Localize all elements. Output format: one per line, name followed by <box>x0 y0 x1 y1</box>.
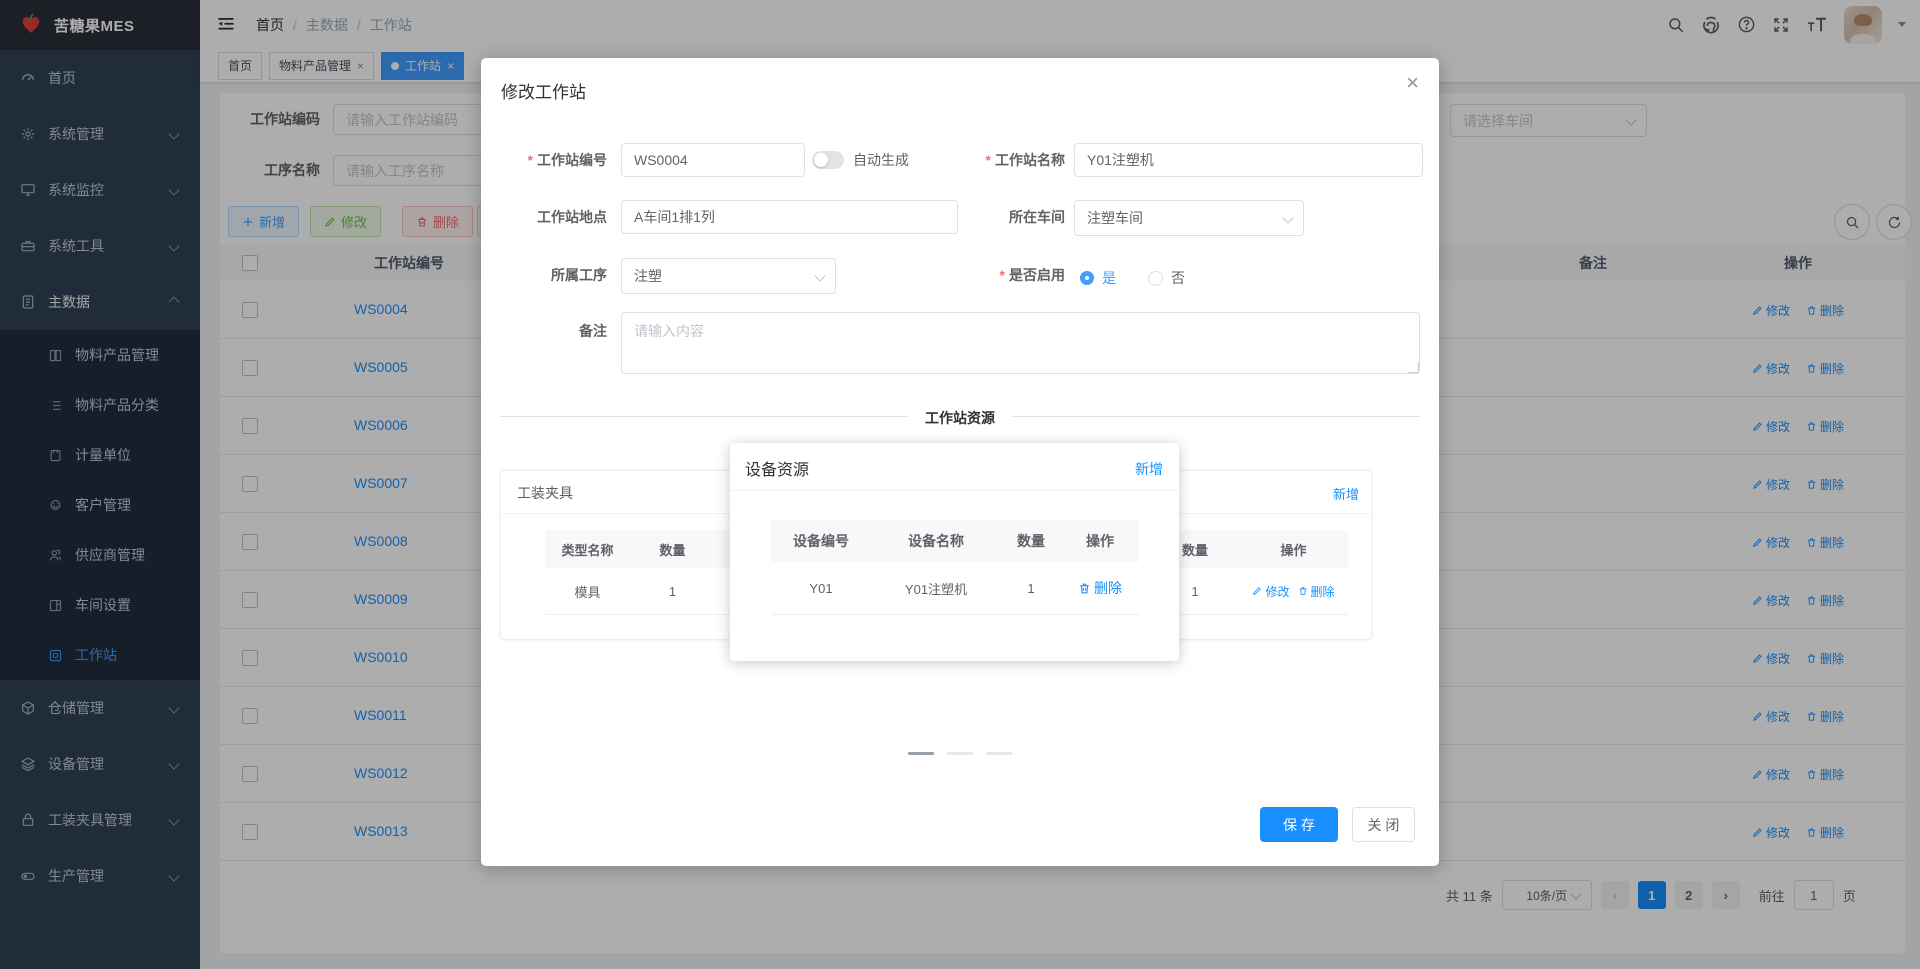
ws-code-input[interactable] <box>621 143 805 177</box>
modal-title: 修改工作站 <box>501 83 586 102</box>
ws-location-input[interactable] <box>621 200 958 234</box>
device-table-header: 设备编号 设备名称 数量 操作 <box>771 520 1139 562</box>
trash-icon <box>1080 583 1089 593</box>
right-panel-edit-link[interactable]: 修改 <box>1252 583 1290 600</box>
radio-unselected-icon <box>1148 270 1163 286</box>
ws-name-label: 工作站名称 <box>955 142 1065 178</box>
right-panel-add-link[interactable]: 新增 <box>1333 484 1359 503</box>
resources-divider: 工作站资源 <box>500 408 1420 428</box>
device-table-row: Y01 Y01注塑机 1 删除 <box>771 562 1139 615</box>
save-button[interactable]: 保 存 <box>1260 807 1338 842</box>
device-dialog-header: 设备资源 新增 <box>730 443 1179 491</box>
radio-selected-icon <box>1080 271 1094 285</box>
ws-code-label: 工作站编号 <box>497 142 607 178</box>
carousel-indicators <box>908 752 1012 755</box>
right-panel-table-header: 数量 操作 <box>1151 530 1348 568</box>
carousel-indicator-2[interactable] <box>947 752 973 755</box>
ws-location-label: 工作站地点 <box>537 209 607 225</box>
chevron-down-icon <box>1282 212 1294 224</box>
device-table: 设备编号 设备名称 数量 操作 Y01 Y01注塑机 1 删除 <box>771 520 1139 615</box>
carousel-indicator-3[interactable] <box>986 752 1012 755</box>
right-panel-table-row: 1 修改 删除 <box>1151 568 1348 615</box>
process-select[interactable]: 注塑 <box>621 258 836 294</box>
device-dialog-title: 设备资源 <box>745 462 810 479</box>
device-delete-link[interactable]: 删除 <box>1078 578 1122 598</box>
close-icon[interactable]: × <box>1406 72 1419 94</box>
remark-label: 备注 <box>579 323 607 339</box>
pencil-icon <box>1253 587 1262 595</box>
device-add-link[interactable]: 新增 <box>1135 459 1163 479</box>
fixture-panel-title: 工装夹具 <box>517 485 573 501</box>
trash-icon <box>1299 587 1306 595</box>
device-resource-dialog: 设备资源 新增 设备编号 设备名称 数量 操作 Y01 Y01注塑机 1 删除 <box>730 443 1179 661</box>
right-panel-delete-link[interactable]: 删除 <box>1298 583 1335 600</box>
ws-name-input[interactable] <box>1074 143 1423 177</box>
chevron-down-icon <box>814 270 826 282</box>
auto-generate-toggle[interactable] <box>812 151 844 169</box>
enabled-label: 是否启用 <box>955 257 1065 293</box>
auto-generate-label: 自动生成 <box>853 152 909 168</box>
enabled-radio-no[interactable]: 否 <box>1148 268 1185 288</box>
resources-divider-label: 工作站资源 <box>907 408 1013 428</box>
enabled-radio-yes[interactable]: 是 <box>1080 268 1116 288</box>
close-button[interactable]: 关 闭 <box>1352 807 1415 842</box>
remark-textarea[interactable] <box>621 312 1420 374</box>
carousel-indicator-1[interactable] <box>908 752 934 755</box>
process-label: 所属工序 <box>551 267 607 283</box>
workshop-label: 所在车间 <box>1009 209 1065 225</box>
workshop-select[interactable]: 注塑车间 <box>1074 200 1304 236</box>
